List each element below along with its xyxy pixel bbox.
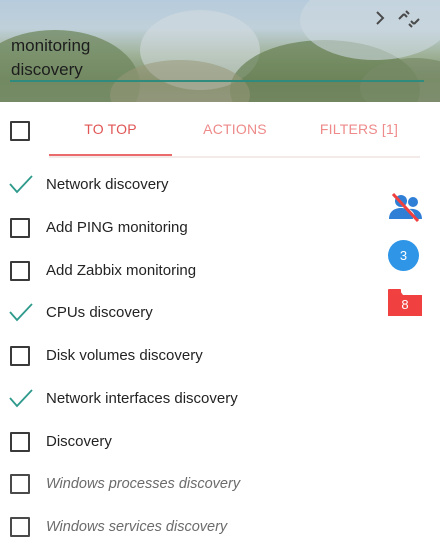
count-badge[interactable]: 3 — [388, 240, 419, 271]
checkmark-icon[interactable] — [8, 387, 34, 409]
search-input[interactable]: monitoring discovery — [10, 34, 424, 82]
task-label: Discovery — [46, 432, 112, 450]
checkmark-icon[interactable] — [8, 301, 34, 323]
task-list: Network discovery Add PING monitoring Add … — [0, 164, 380, 549]
task-label: Network interfaces discovery — [46, 389, 238, 407]
unlink-icon[interactable] — [396, 8, 422, 30]
task-label: Add Zabbix monitoring — [46, 261, 197, 279]
task-label: Add PING monitoring — [46, 218, 188, 236]
task-checkbox[interactable] — [10, 517, 30, 537]
header-background: monitoring discovery — [0, 0, 440, 102]
folder-badge-count: 8 — [401, 297, 409, 312]
task-checkbox[interactable] — [10, 346, 30, 366]
tab-actions[interactable]: ACTIONS — [180, 102, 290, 156]
task-label: CPUs discovery — [46, 304, 153, 322]
list-item[interactable]: Add PING monitoring — [0, 207, 380, 250]
tab-to-top[interactable]: TO TOP — [49, 102, 172, 156]
toolbar-divider — [49, 156, 420, 158]
task-label: Disk volumes discovery — [46, 347, 203, 364]
select-all-checkbox[interactable] — [10, 121, 30, 141]
list-item[interactable]: Disk volumes discovery — [0, 335, 380, 378]
task-label: Windows processes discovery — [46, 476, 241, 493]
task-checkbox[interactable] — [10, 260, 30, 281]
list-item[interactable]: Add Zabbix monitoring — [0, 250, 380, 293]
list-item[interactable]: Windows processes discovery — [0, 463, 380, 506]
tab-filters[interactable]: FILTERS [1] — [300, 102, 418, 156]
task-label: Network discovery — [46, 176, 169, 193]
list-item[interactable]: Network interfaces discovery — [0, 378, 380, 421]
checkmark-icon[interactable] — [8, 173, 34, 195]
list-item[interactable]: Windows services discovery — [0, 506, 380, 549]
list-item[interactable]: CPUs discovery — [0, 292, 380, 335]
task-checkbox[interactable] — [10, 431, 30, 452]
list-item[interactable]: Discovery — [0, 421, 380, 464]
folder-icon[interactable]: 8 — [387, 287, 423, 317]
list-item[interactable]: Network discovery — [0, 164, 380, 207]
task-checkbox[interactable] — [10, 217, 30, 238]
toolbar: TO TOP ACTIONS FILTERS [1] — [0, 102, 440, 158]
task-label: Windows services discovery — [46, 519, 228, 535]
task-checkbox[interactable] — [10, 474, 30, 495]
users-off-icon[interactable] — [388, 192, 424, 223]
chevron-right-icon[interactable] — [372, 8, 388, 28]
